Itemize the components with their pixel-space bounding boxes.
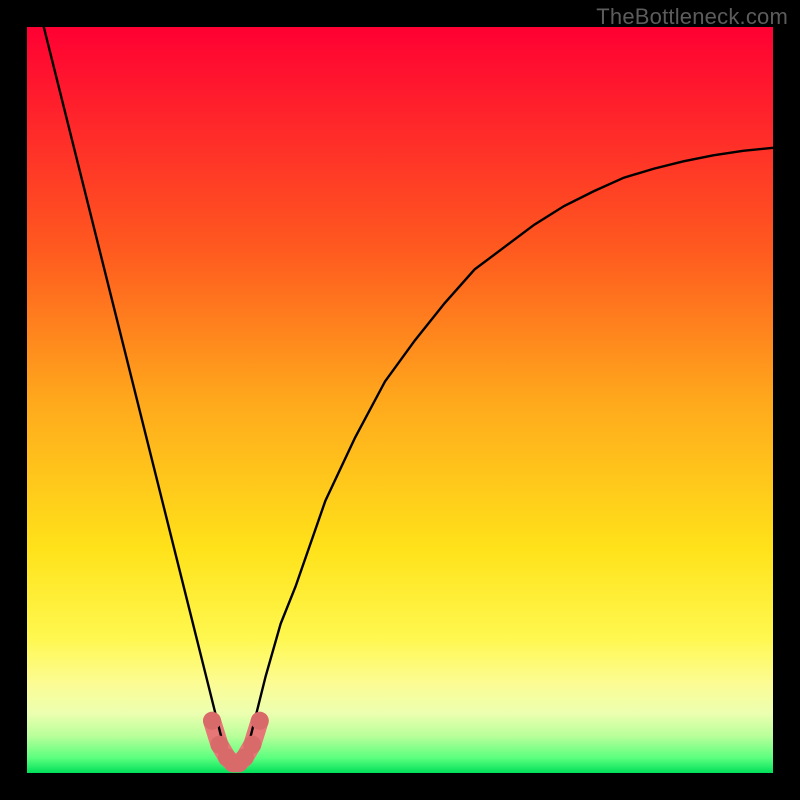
marker-dot — [203, 712, 221, 730]
chart-frame: TheBottleneck.com — [0, 0, 800, 800]
chart-svg — [27, 27, 773, 773]
gradient-background — [27, 27, 773, 773]
watermark-text: TheBottleneck.com — [596, 4, 788, 30]
marker-dot — [251, 712, 269, 730]
marker-dot — [243, 736, 261, 754]
plot-area — [27, 27, 773, 773]
